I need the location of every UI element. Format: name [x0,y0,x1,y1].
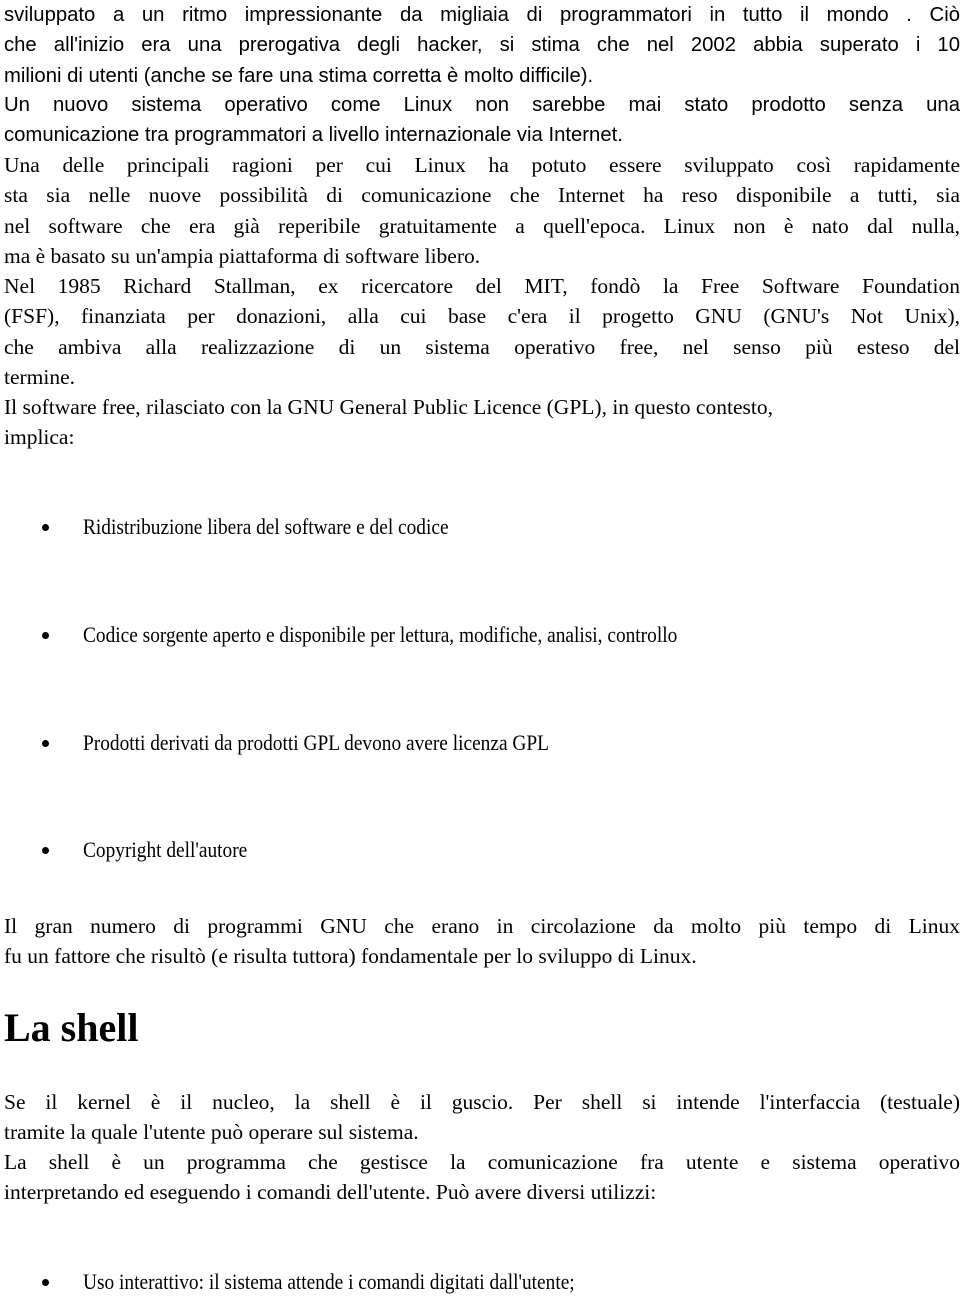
text-line: Se il kernel è il nucleo, la shell è il … [4,1090,960,1114]
text-line: Nel 1985 Richard Stallman, ex ricercator… [4,274,960,298]
text-line: Un nuovo sistema operativo come Linux no… [4,94,960,116]
bullet-icon [42,847,49,854]
list-item: Prodotti derivati da prodotti GPL devono… [0,727,960,759]
text-line: milioni di utenti (anche se fare una sti… [4,64,594,87]
list-item: Copyright dell'autore [0,834,960,866]
bullet-icon [42,632,49,639]
bullet-icon [42,740,49,747]
text-line: fu un fattore che risultò (e risulta tut… [4,944,697,969]
paragraph-shell-program: La shell è un programma che gestisce la … [4,1147,960,1208]
list-item-text: Prodotti derivati da prodotti GPL devono… [83,730,549,755]
text-line: Il software free, rilasciato con la GNU … [4,395,773,419]
text-line: implica: [4,425,75,450]
list-item-text: Ridistribuzione libera del software e de… [83,514,449,539]
text-line: che ambiva alla realizzazione di un sist… [4,334,960,359]
list-item: Uso interattivo: il sistema attende i co… [0,1266,960,1298]
paragraph-fsf: Nel 1985 Richard Stallman, ex ricercator… [4,271,960,392]
text-line: La shell è un programma che gestisce la … [4,1150,960,1174]
paragraph-shell-definition: Se il kernel è il nucleo, la shell è il … [4,1087,960,1148]
text-line: nel software che era già reperibile grat… [4,213,960,238]
text-line: (FSF), finanziata per donazioni, alla cu… [4,304,960,329]
list-item-text: Codice sorgente aperto e disponibile per… [83,622,678,647]
text-line: che all'inizio era una prerogativa degli… [4,34,960,57]
list-item: Ridistribuzione libera del software e de… [0,511,960,543]
paragraph-gnu-programs: Il gran numero di programmi GNU che eran… [4,911,960,972]
text-line: interpretando ed eseguendo i comandi del… [4,1180,657,1205]
paragraph-intro-growth: sviluppato a un ritmo impressionante da … [4,0,960,91]
list-item-text: Copyright dell'autore [83,837,248,862]
paragraph-gpl-intro: Il software free, rilasciato con la GNU … [4,392,960,453]
list-item-text: Uso interattivo: il sistema attende i co… [83,1269,575,1294]
paragraph-internet-communication: Un nuovo sistema operativo come Linux no… [4,90,960,151]
text-line: sta sia nelle nuove possibilità di comun… [4,183,960,208]
text-line: ma è basato su un'ampia piattaforma di s… [4,243,481,268]
text-line: Una delle principali ragioni per cui Lin… [4,153,960,177]
bullet-icon [42,1279,49,1286]
bullet-icon [42,524,49,531]
text-line: sviluppato a un ritmo impressionante da … [4,4,960,26]
text-line: Il gran numero di programmi GNU che eran… [4,914,960,938]
section-heading: La shell [4,1005,139,1050]
paragraph-reasons: Una delle principali ragioni per cui Lin… [4,150,960,271]
list-item: Codice sorgente aperto e disponibile per… [0,619,960,651]
text-line: tramite la quale l'utente può operare su… [4,1120,419,1145]
text-line: comunicazione tra programmatori a livell… [4,124,623,147]
text-line: termine. [4,364,76,389]
